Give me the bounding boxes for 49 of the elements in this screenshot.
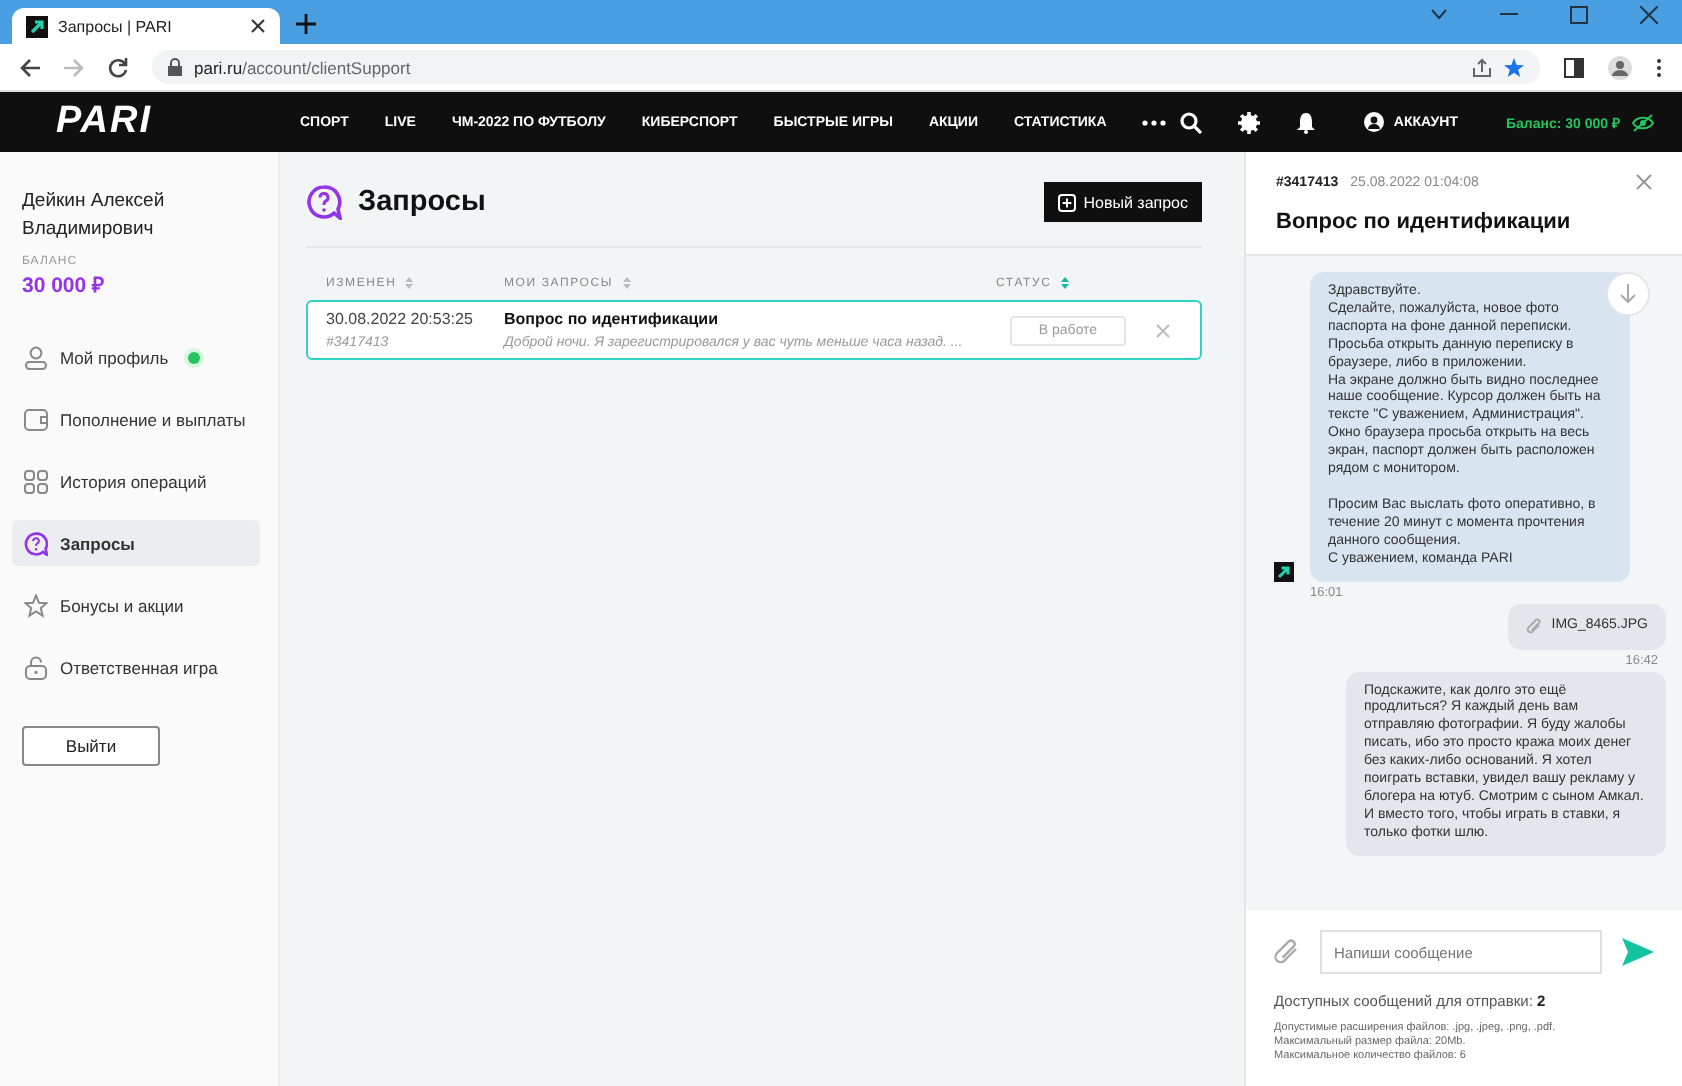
close-icon[interactable] — [250, 18, 266, 34]
sidebar-item[interactable]: Пополнение и выплаты — [12, 396, 260, 442]
logo-icon — [1274, 561, 1294, 581]
sidebar-item[interactable]: Запросы — [12, 520, 260, 566]
settings-icon[interactable] — [1237, 111, 1260, 133]
url-text: pari.ru/account/clientSupport — [194, 57, 413, 77]
chat-title: Вопрос по идентификации — [1276, 210, 1573, 234]
avatar-icon[interactable] — [1608, 55, 1632, 79]
question-bubble-icon — [306, 184, 342, 220]
eye-crossed-icon[interactable] — [1632, 113, 1654, 131]
star-icon[interactable] — [1504, 57, 1524, 77]
paperclip-icon[interactable] — [1274, 937, 1300, 967]
back-icon[interactable] — [20, 57, 40, 77]
star-icon — [24, 593, 48, 617]
share-icon[interactable] — [1472, 57, 1492, 77]
page-title: Запросы — [358, 186, 488, 218]
wallet-icon — [24, 407, 48, 431]
paperclip-icon — [1525, 617, 1542, 635]
request-title: Вопрос по идентификации — [504, 310, 721, 328]
grid-icon — [24, 469, 48, 493]
new-tab-icon[interactable] — [296, 14, 316, 34]
side-panel-icon[interactable] — [1564, 57, 1584, 77]
menu-icon[interactable] — [1656, 57, 1662, 77]
reload-icon[interactable] — [108, 57, 128, 77]
maximize-icon[interactable] — [1570, 5, 1588, 23]
search-icon[interactable] — [1179, 111, 1202, 133]
lock-icon — [168, 58, 182, 76]
lock-icon — [24, 655, 48, 679]
new-request-button[interactable]: Новый запрос — [1043, 182, 1202, 222]
sidebar-item[interactable]: Мой профиль — [12, 334, 260, 380]
logout-button[interactable]: Выйти — [22, 726, 160, 766]
more-icon[interactable] — [1142, 119, 1167, 125]
question-bubble-icon — [24, 531, 48, 555]
user-icon — [1363, 112, 1384, 132]
plus-square-icon — [1057, 193, 1076, 211]
bell-icon[interactable] — [1295, 111, 1316, 133]
sidebar-item[interactable]: Бонусы и акции — [12, 582, 260, 628]
address-field[interactable]: pari.ru/account/clientSupport — [152, 50, 1540, 84]
user-name: Дейкин Алексей Владимирович — [20, 188, 167, 244]
sidebar-item[interactable]: Ответственная игра — [12, 644, 260, 690]
sidebar-item[interactable]: История операций — [12, 458, 260, 504]
balance-value: 30 000 ₽ — [20, 272, 107, 298]
minimize-icon[interactable] — [1500, 12, 1518, 16]
chevron-down-icon[interactable] — [1430, 8, 1448, 20]
person-icon — [24, 345, 48, 369]
favicon-icon — [26, 15, 48, 37]
logo[interactable]: PARI — [56, 100, 300, 144]
browser-tab[interactable]: Запросы | PARI — [12, 8, 280, 44]
date-text: 30.08.2022 20:53:25 — [326, 310, 475, 328]
